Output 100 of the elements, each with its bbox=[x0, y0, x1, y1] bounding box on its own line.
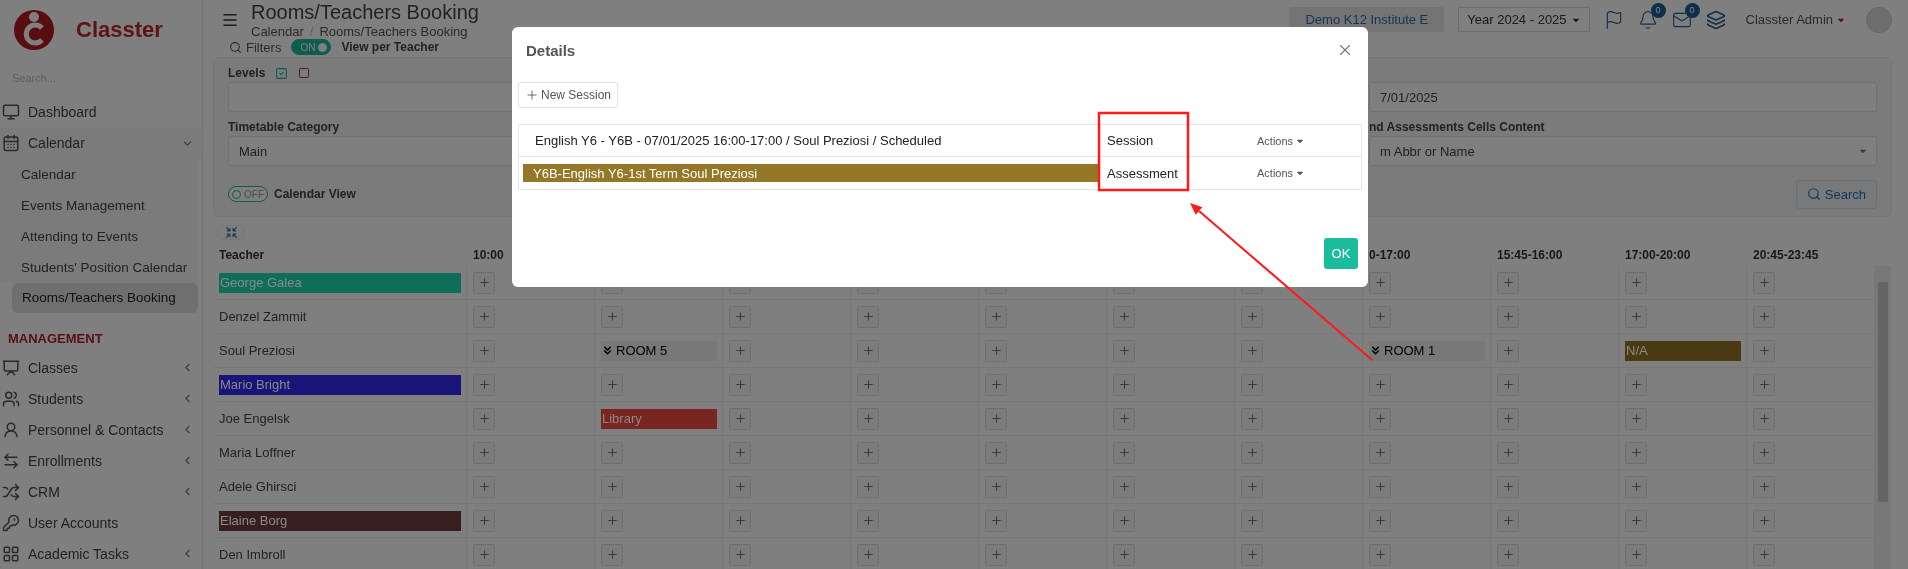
add-button[interactable] bbox=[1625, 543, 1647, 566]
session-text[interactable]: English Y6 - Y6B - 07/01/2025 16:00-17:00 / Soul Preziosi / Scheduled bbox=[523, 133, 942, 148]
add-button[interactable] bbox=[473, 441, 495, 464]
add-button[interactable] bbox=[1241, 509, 1263, 532]
add-button[interactable] bbox=[1113, 407, 1135, 430]
menu-item[interactable]: Enrollments bbox=[0, 445, 202, 477]
add-button[interactable] bbox=[1625, 509, 1647, 532]
add-button[interactable] bbox=[473, 543, 495, 566]
add-button[interactable] bbox=[1497, 543, 1519, 566]
add-button[interactable] bbox=[729, 407, 751, 430]
submenu-item[interactable]: Attending to Events bbox=[0, 220, 198, 252]
add-button[interactable] bbox=[473, 339, 495, 362]
add-button[interactable] bbox=[1241, 543, 1263, 566]
add-button[interactable] bbox=[1753, 475, 1775, 498]
add-button[interactable] bbox=[729, 441, 751, 464]
add-button[interactable] bbox=[1113, 475, 1135, 498]
add-button[interactable] bbox=[729, 339, 751, 362]
menu-item[interactable]: CRM bbox=[0, 476, 202, 508]
add-button[interactable] bbox=[601, 373, 623, 396]
add-button[interactable] bbox=[985, 441, 1007, 464]
add-button[interactable] bbox=[473, 407, 495, 430]
add-button[interactable] bbox=[1369, 441, 1391, 464]
ok-button[interactable]: OK bbox=[1324, 238, 1358, 269]
add-button[interactable] bbox=[857, 475, 879, 498]
actions-dropdown[interactable]: Actions bbox=[1239, 134, 1306, 147]
add-button[interactable] bbox=[1497, 373, 1519, 396]
breadcrumb-link[interactable]: Rooms/Teachers Booking bbox=[319, 24, 468, 39]
add-button[interactable] bbox=[1753, 441, 1775, 464]
add-button[interactable] bbox=[1369, 305, 1391, 328]
add-button[interactable] bbox=[857, 543, 879, 566]
add-button[interactable] bbox=[1497, 509, 1519, 532]
add-button[interactable] bbox=[1369, 271, 1391, 294]
add-button[interactable] bbox=[1753, 543, 1775, 566]
menu-item[interactable]: Dashboard bbox=[0, 96, 202, 128]
add-button[interactable] bbox=[857, 305, 879, 328]
add-button[interactable] bbox=[1497, 305, 1519, 328]
add-button[interactable] bbox=[1241, 305, 1263, 328]
add-button[interactable] bbox=[857, 407, 879, 430]
add-button[interactable] bbox=[1369, 509, 1391, 532]
menu-item[interactable]: Students bbox=[0, 383, 202, 415]
add-button[interactable] bbox=[1113, 509, 1135, 532]
menu-item[interactable]: Personnel & Contacts bbox=[0, 414, 202, 446]
add-button[interactable] bbox=[1625, 271, 1647, 294]
booking-tag[interactable]: Library bbox=[601, 408, 717, 429]
date-field[interactable]: 7/01/2025 bbox=[1369, 82, 1877, 112]
select-all-icon[interactable] bbox=[275, 66, 289, 80]
add-button[interactable] bbox=[1497, 271, 1519, 294]
add-button[interactable] bbox=[1369, 373, 1391, 396]
add-button[interactable] bbox=[985, 339, 1007, 362]
breadcrumb-link[interactable]: Calendar bbox=[251, 24, 304, 39]
add-button[interactable] bbox=[985, 475, 1007, 498]
add-button[interactable] bbox=[985, 305, 1007, 328]
add-button[interactable] bbox=[1625, 305, 1647, 328]
add-button[interactable] bbox=[1497, 475, 1519, 498]
new-session-button[interactable]: New Session bbox=[518, 82, 619, 108]
add-button[interactable] bbox=[729, 543, 751, 566]
add-button[interactable] bbox=[1113, 339, 1135, 362]
actions-dropdown[interactable]: Actions bbox=[1239, 167, 1306, 179]
add-button[interactable] bbox=[1369, 407, 1391, 430]
add-button[interactable] bbox=[601, 543, 623, 566]
add-button[interactable] bbox=[729, 373, 751, 396]
add-button[interactable] bbox=[1241, 407, 1263, 430]
add-button[interactable] bbox=[1113, 543, 1135, 566]
add-button[interactable] bbox=[1625, 441, 1647, 464]
add-button[interactable] bbox=[985, 373, 1007, 396]
add-button[interactable] bbox=[601, 305, 623, 328]
room-booking[interactable]: ROOM 5 bbox=[601, 340, 717, 361]
add-button[interactable] bbox=[1241, 441, 1263, 464]
add-button[interactable] bbox=[857, 441, 879, 464]
room-booking[interactable]: ROOM 1 bbox=[1369, 340, 1485, 361]
add-button[interactable] bbox=[857, 509, 879, 532]
add-button[interactable] bbox=[1497, 441, 1519, 464]
booking-tag[interactable]: N/A bbox=[1625, 340, 1741, 361]
submenu-item[interactable]: Students' Position Calendar bbox=[0, 251, 198, 283]
add-button[interactable] bbox=[473, 271, 495, 294]
add-button[interactable] bbox=[473, 305, 495, 328]
layers-icon[interactable] bbox=[1705, 9, 1726, 30]
add-button[interactable] bbox=[1241, 373, 1263, 396]
notifications-icon[interactable] bbox=[1637, 9, 1658, 30]
add-button[interactable] bbox=[1753, 339, 1775, 362]
select-field[interactable]: m Abbr or Name bbox=[1369, 136, 1877, 166]
collapse-button[interactable] bbox=[217, 225, 245, 240]
add-button[interactable] bbox=[1369, 475, 1391, 498]
clear-icon[interactable] bbox=[298, 67, 311, 79]
assessment-bar[interactable]: Y6B-English Y6-1st Term Soul Preziosi bbox=[523, 164, 1099, 182]
user-menu[interactable]: Classter Admin bbox=[1739, 11, 1852, 28]
add-button[interactable] bbox=[1497, 339, 1519, 362]
add-button[interactable] bbox=[1113, 305, 1135, 328]
add-button[interactable] bbox=[729, 509, 751, 532]
add-button[interactable] bbox=[729, 475, 751, 498]
add-button[interactable] bbox=[985, 509, 1007, 532]
add-button[interactable] bbox=[473, 475, 495, 498]
menu-item[interactable]: Calendar bbox=[0, 127, 202, 159]
add-button[interactable] bbox=[1241, 339, 1263, 362]
add-button[interactable] bbox=[857, 339, 879, 362]
add-button[interactable] bbox=[601, 441, 623, 464]
menu-item[interactable]: Classes bbox=[0, 352, 202, 384]
add-button[interactable] bbox=[729, 305, 751, 328]
submenu-item[interactable]: Rooms/Teachers Booking bbox=[12, 282, 198, 314]
add-button[interactable] bbox=[1369, 543, 1391, 566]
